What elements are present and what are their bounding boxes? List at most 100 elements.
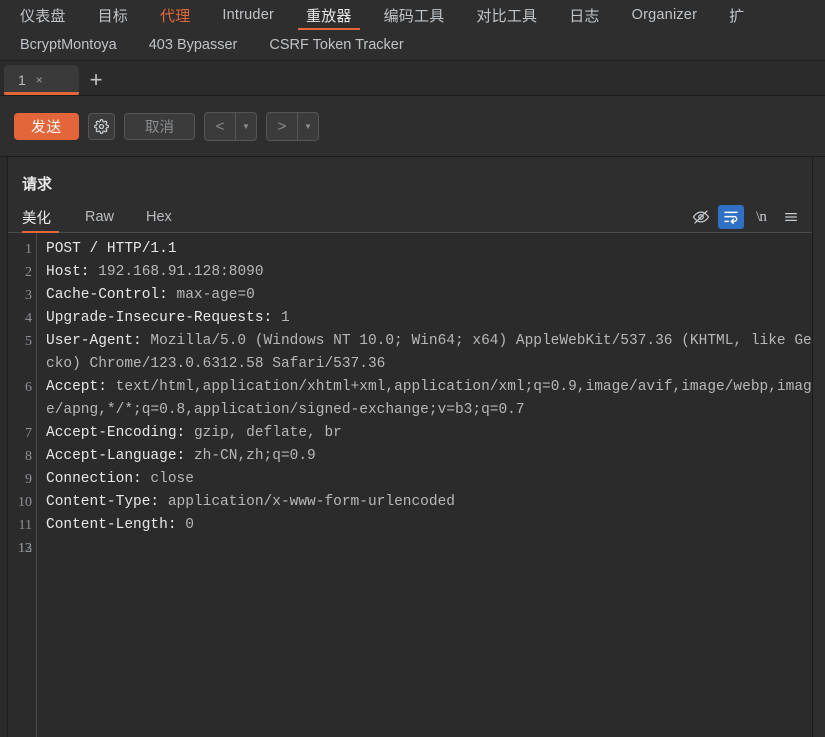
back-split-button[interactable]: < ▼ [204,111,257,141]
main-nav-item-1[interactable]: 目标 [82,0,144,30]
header-name: Content-Type: [46,494,168,510]
right-rail [813,157,825,737]
main-nav-item-8[interactable]: Organizer [616,0,713,30]
request-editor[interactable]: 1 2 3 4 5 6 7 8 9 10 11 12 13 POST / HTTP/1.1 Host: 1… [8,233,812,737]
gear-icon [94,118,109,134]
code-line[interactable]: POST / HTTP/1.1 [37,238,812,261]
code-line[interactable]: Upgrade-Insecure-Requests: 1 [37,307,812,330]
main-nav-item-9[interactable]: 扩 [713,0,760,30]
line-number: 8 [25,449,32,464]
send-button[interactable]: 发送 [14,112,79,140]
main-nav-item-label: 扩 [729,7,745,25]
code-line[interactable]: User-Agent: Mozilla/5.0 (Windows NT 10.0… [37,330,812,376]
main-nav-item-label: 重放器 [306,7,352,25]
line-number: 6 [25,380,32,395]
back-button[interactable]: < [205,113,235,140]
header-name: Cache-Control: [46,287,177,303]
request-panel: 请求 美化 Raw Hex \n 1 2 3 4 5 6 7 8 9 10 11… [8,157,813,737]
header-value: 0 [185,517,194,533]
header-name: Accept-Language: [46,448,194,464]
header-name: User-Agent: [46,333,151,349]
eye-off-icon [692,210,710,224]
word-wrap-button[interactable] [718,205,744,229]
extension-tab-1[interactable]: 403 Bypasser [133,31,254,60]
header-value: gzip, deflate, br [193,425,342,441]
forward-dropdown-icon[interactable]: ▼ [298,113,318,140]
code-line[interactable]: Accept-Language: zh-CN,zh;q=0.9 [37,445,812,468]
line-number: 11 [18,518,32,533]
extension-tab-0[interactable]: BcryptMontoya [4,31,133,60]
main-nav-item-4[interactable]: 重放器 [290,0,368,30]
line-number: 2 [25,265,32,280]
forward-split-button[interactable]: > ▼ [266,111,319,141]
code-line[interactable]: Host: 192.168.91.128:8090 [37,261,812,284]
extension-tab-2[interactable]: CSRF Token Tracker [253,31,419,60]
forward-button[interactable]: > [267,113,297,140]
header-value: close [150,471,194,487]
main-nav-item-label: 对比工具 [476,7,538,25]
tab-pretty-label: 美化 [22,210,51,227]
code-line[interactable]: Content-Length: 0 [37,514,812,537]
code-line[interactable]: Content-Type: application/x-www-form-url… [37,491,812,514]
header-name: Host: [46,264,99,280]
header-name: POST / HTTP/1.1 [46,241,177,257]
repeater-tab-1[interactable]: 1 × [4,65,79,95]
request-view-tabs: 美化 Raw Hex \n [8,202,812,233]
main-nav-item-0[interactable]: 仪表盘 [4,0,82,30]
main-nav-item-7[interactable]: 日志 [553,0,615,30]
main-nav-item-label: Intruder [222,7,274,23]
main-nav-item-label: 目标 [97,7,129,25]
tab-hex-label: Hex [146,209,172,225]
newline-button[interactable]: \n [748,205,774,229]
header-name: Content-Length: [46,517,186,533]
header-name: Accept-Encoding: [46,425,194,441]
main-nav-item-2[interactable]: 代理 [144,0,206,30]
code-line[interactable]: Connection: close [37,468,812,491]
header-name: Connection: [46,471,151,487]
line-number: 10 [18,495,32,510]
header-value: 1 [280,310,290,326]
newline-icon: \n [756,208,767,225]
main-nav-item-5[interactable]: 编码工具 [368,0,461,30]
request-tools: \n [688,202,804,232]
tab-hex[interactable]: Hex [130,202,188,232]
code-line[interactable]: Accept: text/html,application/xhtml+xml,… [37,376,812,422]
extension-tab-bar: BcryptMontoya 403 Bypasser CSRF Token Trac… [0,30,825,61]
main-nav-item-6[interactable]: 对比工具 [460,0,553,30]
main-nav-item-label: 编码工具 [383,7,445,25]
main-nav-item-3[interactable]: Intruder [206,0,290,30]
settings-button[interactable] [88,112,115,140]
eye-off-button[interactable] [688,205,714,229]
tab-raw[interactable]: Raw [69,202,130,232]
main-navigation: 仪表盘 目标 代理 Intruder 重放器 编码工具 对比工具 日志 Organizer 扩 [0,0,825,30]
main-nav-item-label: Organizer [631,7,698,23]
main-nav-item-label: 日志 [569,7,600,25]
repeater-tab-strip: 1 × + [0,61,825,96]
close-icon[interactable]: × [36,74,43,86]
main-nav-item-label: 仪表盘 [20,7,66,25]
code-line[interactable]: Cache-Control: max-age=0 [37,284,812,307]
line-number: 5 [25,334,32,349]
line-number: 1 [25,242,32,257]
menu-icon [785,213,797,221]
code-line[interactable]: Accept-Encoding: gzip, deflate, br [37,422,812,445]
line-number: 9 [25,472,32,487]
repeater-toolbar: 发送 取消 < ▼ > ▼ [0,96,825,157]
word-wrap-icon [724,211,738,225]
header-name: Accept: [46,379,116,395]
new-tab-button[interactable]: + [79,65,113,95]
menu-button[interactable] [778,205,804,229]
tab-raw-label: Raw [85,209,115,225]
line-number: 3 [25,288,32,303]
repeater-tab-label: 1 [18,72,26,88]
back-dropdown-icon[interactable]: ▼ [236,113,256,140]
cancel-button[interactable]: 取消 [124,112,195,140]
line-number: 4 [25,311,32,326]
left-rail [0,157,8,737]
header-value: zh-CN,zh;q=0.9 [193,448,316,464]
tab-pretty[interactable]: 美化 [22,202,69,233]
line-number-gutter: 1 2 3 4 5 6 7 8 9 10 11 12 13 [8,233,37,737]
header-name: Upgrade-Insecure-Requests: [46,310,281,326]
header-value: application/x-www-form-urlencoded [167,494,455,510]
request-code[interactable]: POST / HTTP/1.1 Host: 192.168.91.128:8090… [37,233,812,737]
